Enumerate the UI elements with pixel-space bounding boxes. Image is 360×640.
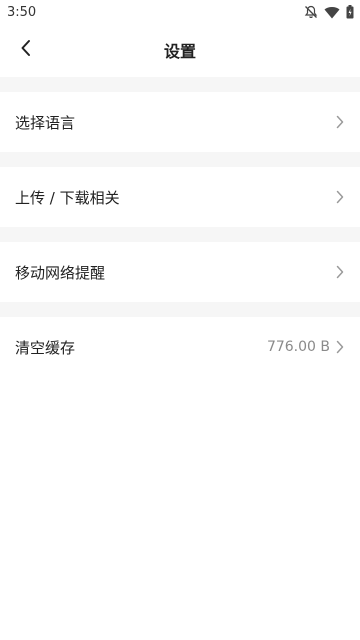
settings-item-label: 上传 / 下载相关: [15, 188, 120, 207]
bell-off-icon: [304, 5, 318, 19]
cache-size-value: 776.00 B: [266, 339, 330, 355]
back-button[interactable]: [12, 36, 40, 64]
status-icons: [304, 5, 354, 19]
settings-list: 选择语言 上传 / 下载相关 移动网络提醒 清空缓存 776.00 B: [0, 77, 360, 377]
chevron-right-icon: [336, 115, 344, 129]
settings-item-mobile-network-alert[interactable]: 移动网络提醒: [0, 242, 360, 302]
settings-item-label: 清空缓存: [15, 338, 76, 357]
settings-item-trailing: [336, 265, 344, 279]
chevron-right-icon: [336, 190, 344, 204]
chevron-right-icon: [336, 265, 344, 279]
settings-item-trailing: [336, 190, 344, 204]
battery-icon: [346, 5, 354, 19]
status-bar: 3:50: [0, 0, 360, 24]
section-divider: [0, 302, 360, 317]
page-title: 设置: [163, 42, 196, 61]
section-divider: [0, 227, 360, 242]
app-bar: 设置: [0, 24, 360, 76]
chevron-right-icon: [336, 340, 344, 354]
section-divider: [0, 77, 360, 92]
settings-item-clear-cache[interactable]: 清空缓存 776.00 B: [0, 317, 360, 377]
section-divider: [0, 152, 360, 167]
settings-item-upload-download[interactable]: 上传 / 下载相关: [0, 167, 360, 227]
settings-item-language[interactable]: 选择语言: [0, 92, 360, 152]
chevron-left-icon: [20, 39, 32, 61]
settings-item-trailing: [336, 115, 344, 129]
wifi-icon: [324, 6, 340, 19]
settings-item-label: 移动网络提醒: [15, 263, 106, 282]
settings-item-trailing: 776.00 B: [267, 339, 344, 355]
status-time: 3:50: [7, 4, 37, 20]
settings-item-label: 选择语言: [15, 113, 76, 132]
